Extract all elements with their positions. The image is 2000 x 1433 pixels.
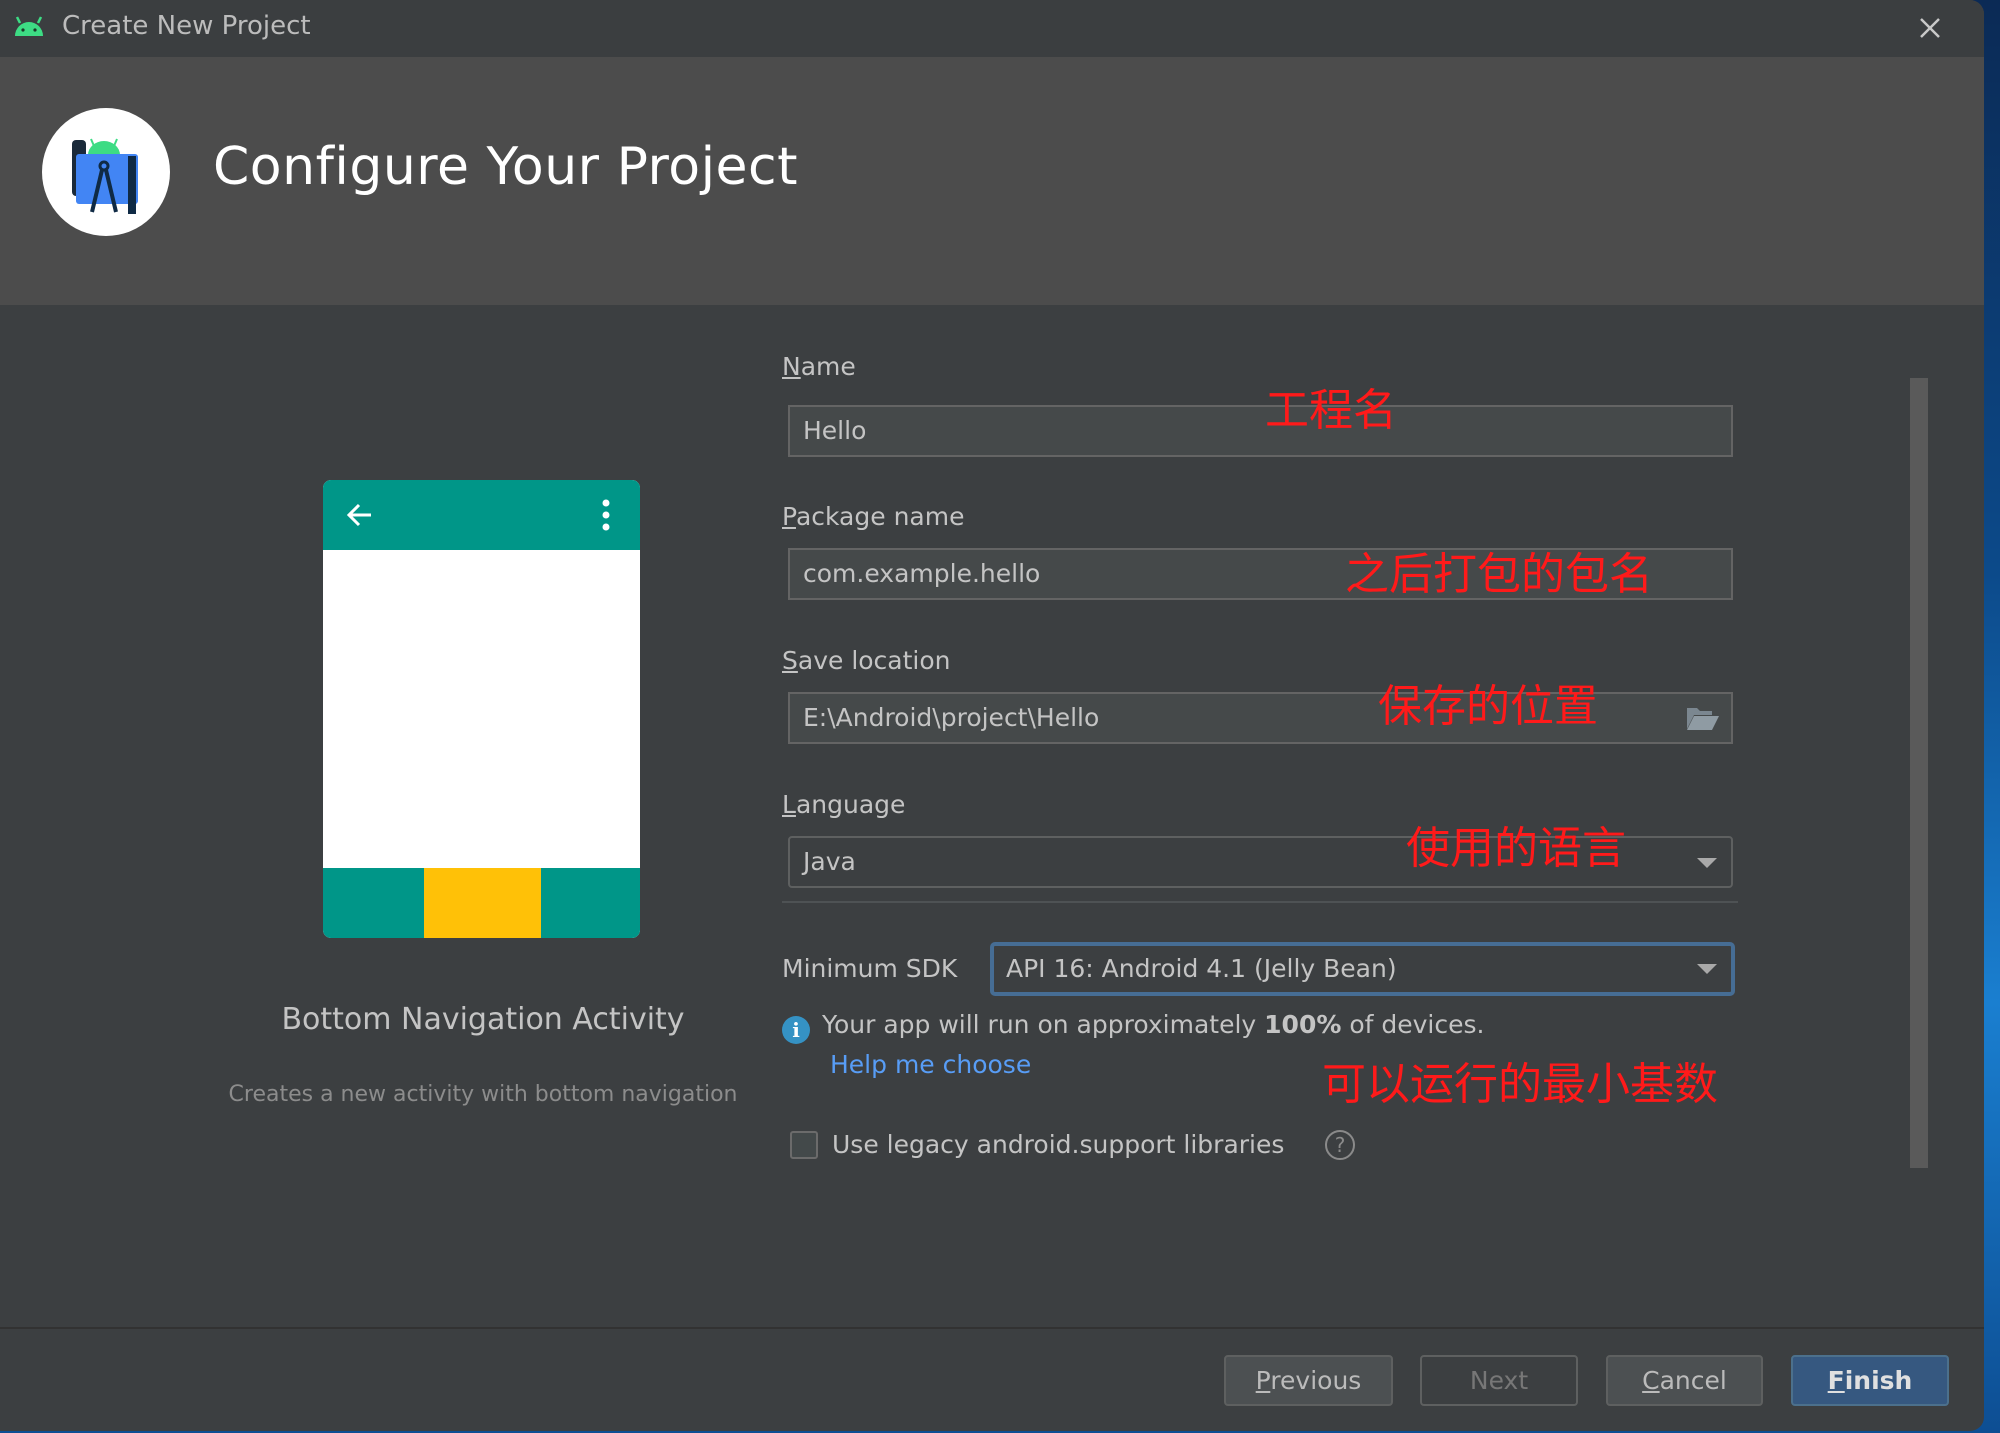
android-studio-icon bbox=[72, 138, 138, 214]
info-text-prefix: Your app will run on approximately bbox=[822, 1010, 1265, 1039]
finish-button[interactable]: Finish bbox=[1791, 1355, 1949, 1406]
finish-label: inish bbox=[1844, 1366, 1913, 1395]
preview-selected-tab bbox=[424, 868, 541, 938]
next-button[interactable]: Next bbox=[1420, 1355, 1578, 1406]
title-bar: Create New Project bbox=[0, 0, 1984, 57]
min-sdk-value: API 16: Android 4.1 (Jelly Bean) bbox=[1006, 954, 1397, 983]
annotation-package: 之后打包的包名 bbox=[1345, 549, 1653, 600]
cancel-button[interactable]: Cancel bbox=[1606, 1355, 1763, 1406]
form-separator bbox=[782, 901, 1738, 903]
window-title: Create New Project bbox=[62, 11, 311, 41]
language-label-mnemonic: L bbox=[782, 790, 796, 819]
finish-mnemonic: F bbox=[1827, 1366, 1845, 1395]
previous-mnemonic: P bbox=[1255, 1366, 1271, 1395]
save-location-label: Save location bbox=[782, 646, 951, 675]
min-sdk-label: Minimum SDK bbox=[782, 954, 958, 983]
template-preview bbox=[323, 480, 640, 938]
package-label-text: ackage name bbox=[795, 502, 965, 531]
template-name: Bottom Navigation Activity bbox=[281, 1002, 685, 1037]
android-icon bbox=[15, 16, 43, 36]
folder-open-icon[interactable] bbox=[1686, 705, 1720, 731]
cancel-label: ancel bbox=[1659, 1366, 1727, 1395]
arrow-back-icon bbox=[346, 503, 371, 527]
legacy-support-label[interactable]: Use legacy android.support libraries bbox=[832, 1130, 1284, 1159]
previous-label: revious bbox=[1270, 1366, 1362, 1395]
language-value: Java bbox=[803, 847, 856, 876]
package-label: Package name bbox=[782, 502, 964, 531]
preview-bottom-navigation bbox=[323, 868, 640, 938]
annotation-language: 使用的语言 bbox=[1406, 823, 1626, 874]
create-project-dialog: Create New Project Configure Your Projec… bbox=[0, 0, 1984, 1431]
package-label-mnemonic: P bbox=[782, 502, 796, 531]
info-icon: i bbox=[782, 1016, 810, 1044]
chevron-down-icon bbox=[1697, 858, 1717, 868]
more-vert-icon bbox=[602, 499, 610, 531]
chevron-down-icon bbox=[1697, 964, 1717, 974]
template-description: Creates a new activity with bottom navig… bbox=[228, 1082, 738, 1107]
previous-button[interactable]: Previous bbox=[1224, 1355, 1393, 1406]
legacy-support-checkbox[interactable] bbox=[790, 1131, 818, 1159]
wizard-header: Configure Your Project bbox=[0, 57, 1984, 305]
annotation-name: 工程名 bbox=[1265, 385, 1397, 436]
vertical-scrollbar[interactable] bbox=[1910, 378, 1928, 1168]
annotation-min-sdk: 可以运行的最小基数 bbox=[1322, 1059, 1718, 1110]
page-title: Configure Your Project bbox=[213, 137, 799, 197]
save-location-label-text: ave location bbox=[797, 646, 951, 675]
help-me-choose-link[interactable]: Help me choose bbox=[830, 1050, 1031, 1079]
language-label: Language bbox=[782, 790, 905, 819]
name-label: Name bbox=[782, 352, 856, 381]
info-percent: 100% bbox=[1264, 1010, 1342, 1039]
min-sdk-dropdown[interactable]: API 16: Android 4.1 (Jelly Bean) bbox=[990, 942, 1735, 996]
annotation-save-location: 保存的位置 bbox=[1378, 681, 1598, 732]
device-coverage-info: i Your app will run on approximately 100%… bbox=[782, 1010, 1484, 1044]
name-label-mnemonic: N bbox=[782, 352, 801, 381]
name-label-text: ame bbox=[800, 352, 856, 381]
save-location-label-mnemonic: S bbox=[782, 646, 798, 675]
preview-toolbar bbox=[323, 480, 640, 550]
name-input[interactable]: Hello bbox=[788, 405, 1733, 457]
save-location-value: E:\Android\project\Hello bbox=[803, 703, 1100, 732]
info-text-suffix: of devices. bbox=[1341, 1010, 1485, 1039]
android-studio-logo bbox=[42, 108, 170, 236]
language-label-text: anguage bbox=[795, 790, 906, 819]
help-icon[interactable]: ? bbox=[1325, 1130, 1355, 1160]
cancel-mnemonic: C bbox=[1642, 1366, 1660, 1395]
close-icon[interactable] bbox=[1912, 10, 1948, 46]
footer-separator bbox=[0, 1327, 1984, 1329]
